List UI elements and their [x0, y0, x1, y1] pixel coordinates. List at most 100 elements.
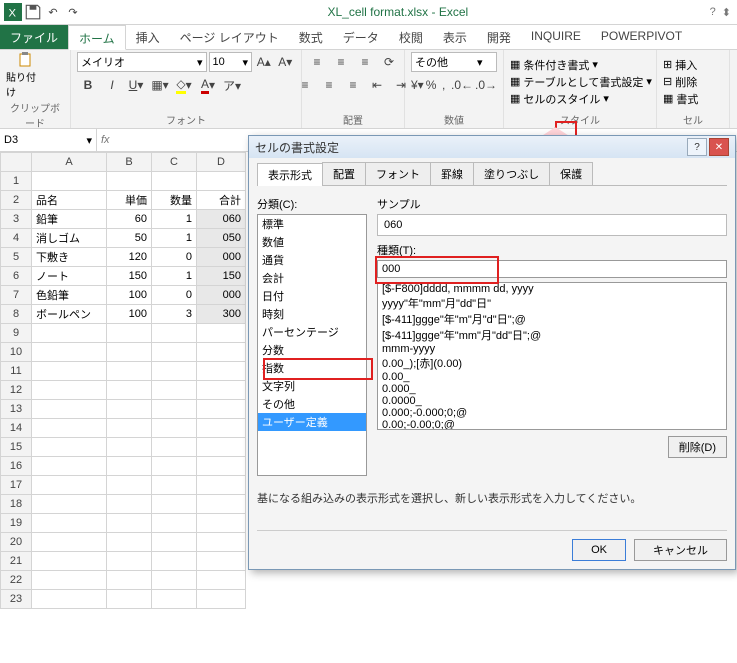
tab-home[interactable]: ホーム — [68, 25, 126, 50]
dialog-titlebar[interactable]: セルの書式設定 ? ✕ — [249, 136, 735, 158]
align-right-icon[interactable]: ≡ — [342, 75, 364, 95]
format-item[interactable]: 0.000;-0.000;0;@ — [378, 407, 726, 419]
help-button[interactable]: ? — [687, 138, 707, 156]
align-top-icon[interactable]: ≡ — [306, 52, 328, 72]
tab-data[interactable]: データ — [333, 25, 389, 49]
phonetic-button[interactable]: ア▾ — [221, 75, 243, 95]
italic-button[interactable]: I — [101, 75, 123, 95]
worksheet-grid[interactable]: ABCD 1 2品名単価数量合計 3鉛筆601060 4消しゴム501050 5… — [0, 152, 246, 609]
align-mid-icon[interactable]: ≡ — [330, 52, 352, 72]
increase-font-icon[interactable]: A▴ — [254, 52, 273, 72]
font-name-combo[interactable]: ▾ — [77, 52, 207, 72]
dtab-number[interactable]: 表示形式 — [257, 163, 323, 186]
format-item[interactable]: 0.00;-0.00;0;@ — [378, 419, 726, 430]
tab-formula[interactable]: 数式 — [289, 25, 333, 49]
format-item[interactable]: [$-411]ggge"年"mm"月"dd"日";@ — [378, 327, 726, 343]
tab-file[interactable]: ファイル — [0, 25, 68, 49]
sample-value: 060 — [377, 214, 727, 236]
comma-icon[interactable]: , — [438, 75, 449, 95]
inc-decimal-icon[interactable]: .0← — [451, 75, 473, 95]
dtab-protect[interactable]: 保護 — [549, 162, 593, 185]
category-item[interactable]: パーセンテージ — [258, 323, 366, 341]
decrease-font-icon[interactable]: A▾ — [276, 52, 295, 72]
tab-view[interactable]: 表示 — [433, 25, 477, 49]
category-item[interactable]: その他 — [258, 395, 366, 413]
category-item[interactable]: 標準 — [258, 215, 366, 233]
dialog-title: セルの書式設定 — [255, 139, 339, 156]
close-button[interactable]: ✕ — [709, 138, 729, 156]
name-box[interactable]: D3▾ — [0, 129, 97, 151]
align-center-icon[interactable]: ≡ — [318, 75, 340, 95]
format-item[interactable]: [$-411]ggge"年"m"月"d"日";@ — [378, 311, 726, 327]
category-listbox[interactable]: 標準数値通貨会計日付時刻パーセンテージ分数指数文字列その他ユーザー定義 — [257, 214, 367, 476]
format-item[interactable]: 0.00_ — [378, 371, 726, 383]
dtab-fill[interactable]: 塗りつぶし — [473, 162, 550, 185]
tab-powerpivot[interactable]: POWERPIVOT — [591, 25, 692, 49]
dtab-font[interactable]: フォント — [365, 162, 431, 185]
dtab-align[interactable]: 配置 — [322, 162, 366, 185]
format-item[interactable]: [$-F800]dddd, mmmm dd, yyyy — [378, 283, 726, 295]
delete-button[interactable]: 削除(D) — [668, 436, 727, 458]
percent-icon[interactable]: % — [426, 75, 437, 95]
undo-icon[interactable]: ↶ — [44, 3, 62, 21]
category-item[interactable]: 会計 — [258, 269, 366, 287]
group-styles: スタイル — [510, 111, 650, 128]
ribbon: 貼り付け クリップボード ▾ ▾ A▴ A▾ B I U▾ ▦▾ ◇▾ A▾ ア… — [0, 50, 737, 129]
category-item[interactable]: 日付 — [258, 287, 366, 305]
title-bar: X ↶ ↷ XL_cell format.xlsx - Excel ? ⬍ — [0, 0, 737, 25]
number-format-combo[interactable]: ▾ — [411, 52, 497, 72]
ribbon-tabs: ファイル ホーム 挿入 ページ レイアウト 数式 データ 校閲 表示 開発 IN… — [0, 25, 737, 50]
indent-dec-icon[interactable]: ⇤ — [366, 75, 388, 95]
redo-icon[interactable]: ↷ — [64, 3, 82, 21]
insert-cells-button[interactable]: ⊞ 挿入 — [663, 57, 698, 73]
tab-dev[interactable]: 開発 — [477, 25, 521, 49]
highlight-type-input — [375, 256, 499, 284]
category-label: 分類(C): — [257, 196, 367, 212]
highlight-user-defined — [263, 358, 373, 380]
format-item[interactable]: mmm-yyyy — [378, 343, 726, 355]
hint-text: 基になる組み込みの表示形式を選択し、新しい表示形式を入力してください。 — [257, 476, 727, 530]
category-item[interactable]: 通貨 — [258, 251, 366, 269]
paste-button[interactable]: 貼り付け — [6, 52, 44, 99]
format-item[interactable]: yyyy"年"mm"月"dd"日" — [378, 295, 726, 311]
align-bot-icon[interactable]: ≡ — [354, 52, 376, 72]
ribbon-toggle-icon[interactable]: ⬍ — [722, 6, 731, 19]
format-item[interactable]: 0.000_ — [378, 383, 726, 395]
tab-inquire[interactable]: INQUIRE — [521, 25, 591, 49]
format-cells-button[interactable]: ▦ 書式 — [663, 91, 698, 107]
svg-text:X: X — [9, 8, 17, 20]
category-item[interactable]: 数値 — [258, 233, 366, 251]
currency-icon[interactable]: ¥▾ — [411, 75, 424, 95]
category-item[interactable]: ユーザー定義 — [258, 413, 366, 431]
format-item[interactable]: 0.0000_ — [378, 395, 726, 407]
font-color-button[interactable]: A▾ — [197, 75, 219, 95]
category-item[interactable]: 分数 — [258, 341, 366, 359]
cancel-button[interactable]: キャンセル — [634, 539, 727, 561]
category-item[interactable]: 時刻 — [258, 305, 366, 323]
tab-layout[interactable]: ページ レイアウト — [170, 25, 289, 49]
conditional-format-button[interactable]: ▦ 条件付き書式 ▾ — [510, 57, 652, 73]
delete-cells-button[interactable]: ⊟ 削除 — [663, 74, 698, 90]
ok-button[interactable]: OK — [572, 539, 626, 561]
tab-review[interactable]: 校閲 — [389, 25, 433, 49]
orientation-icon[interactable]: ⟳ — [378, 52, 400, 72]
bold-button[interactable]: B — [77, 75, 99, 95]
dec-decimal-icon[interactable]: .0→ — [475, 75, 497, 95]
dtab-border[interactable]: 罫線 — [430, 162, 474, 185]
help-icon[interactable]: ? — [710, 6, 716, 19]
save-icon[interactable] — [24, 3, 42, 21]
dialog-tabs: 表示形式 配置 フォント 罫線 塗りつぶし 保護 — [257, 162, 727, 186]
font-size-combo[interactable]: ▾ — [209, 52, 253, 72]
cell-styles-button[interactable]: ▦ セルのスタイル ▾ — [510, 91, 652, 107]
border-button[interactable]: ▦▾ — [149, 75, 171, 95]
tab-insert[interactable]: 挿入 — [126, 25, 170, 49]
align-left-icon[interactable]: ≡ — [294, 75, 316, 95]
group-number: 数値 — [411, 111, 497, 128]
format-listbox[interactable]: [$-F800]dddd, mmmm dd, yyyyyyyy"年"mm"月"d… — [377, 282, 727, 430]
underline-button[interactable]: U▾ — [125, 75, 147, 95]
format-as-table-button[interactable]: ▦ テーブルとして書式設定 ▾ — [510, 74, 652, 90]
fill-color-button[interactable]: ◇▾ — [173, 75, 195, 95]
group-clipboard: クリップボード — [6, 99, 64, 131]
excel-icon: X — [4, 3, 22, 21]
format-item[interactable]: 0.00_);[赤](0.00) — [378, 355, 726, 371]
